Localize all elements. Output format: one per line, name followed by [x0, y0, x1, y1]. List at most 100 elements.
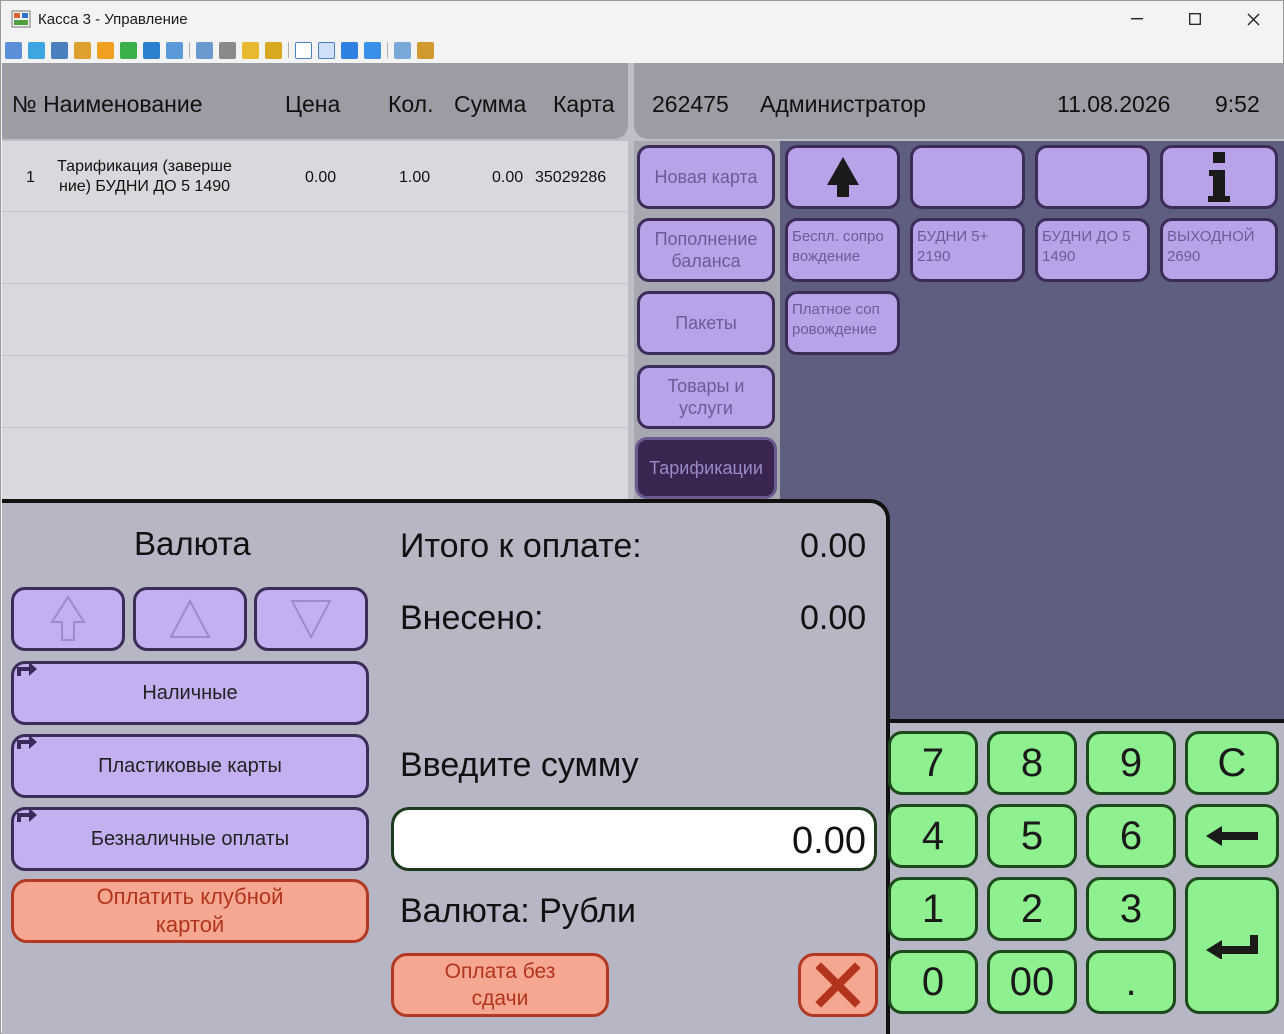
pay-club-card-button[interactable]: Оплатить клубной картой: [11, 879, 369, 943]
current-date: 11.08.2026: [1057, 91, 1171, 117]
category-tariffs[interactable]: Тарификации: [635, 437, 777, 499]
key-enter[interactable]: [1185, 877, 1279, 1014]
toolbar-separator: [189, 42, 190, 58]
key-5[interactable]: 5: [987, 804, 1077, 868]
screen-icon[interactable]: [5, 41, 22, 59]
payment-panel: Валюта Итого к оплате: 0.00 Внесено: 0.0…: [2, 499, 890, 1034]
row-number: 1: [26, 169, 35, 186]
tile-empty[interactable]: [910, 145, 1025, 209]
tile-empty[interactable]: [1035, 145, 1150, 209]
order-list[interactable]: 1 Тарификация (заверше ние) БУДНИ ДО 5 1…: [2, 141, 628, 499]
column-card: Карта: [553, 91, 615, 117]
triangle-up-icon: [169, 598, 211, 638]
tools-icon[interactable]: [417, 41, 434, 59]
close-button[interactable]: [1224, 1, 1282, 37]
enter-arrow-icon: [1206, 934, 1258, 959]
maximize-button[interactable]: [1166, 1, 1224, 37]
cancel-payment-button[interactable]: [798, 953, 878, 1017]
lock2-icon[interactable]: [265, 41, 282, 59]
tile-paid-escort[interactable]: Платное соп ровождение: [785, 291, 900, 355]
key-3[interactable]: 3: [1086, 877, 1176, 941]
payment-cash-button[interactable]: Наличные: [11, 661, 369, 725]
key-8[interactable]: 8: [987, 731, 1077, 795]
blue-screen-icon[interactable]: [341, 41, 358, 59]
currency-next-button[interactable]: [254, 587, 368, 651]
key-6[interactable]: 6: [1086, 804, 1176, 868]
order-table-header: № Наименование Цена Кол. Сумма Карта: [2, 63, 628, 139]
monitor-icon[interactable]: [28, 41, 45, 59]
row-quantity: 1.00: [399, 169, 431, 186]
card-id: 262475: [652, 91, 729, 117]
backspace-arrow-icon: [1206, 826, 1258, 846]
key-1[interactable]: 1: [888, 877, 978, 941]
key-9[interactable]: 9: [1086, 731, 1176, 795]
phone-icon[interactable]: [143, 41, 160, 59]
toolbar: [1, 37, 1283, 63]
key-7[interactable]: 7: [888, 731, 978, 795]
tile-info-button[interactable]: [1160, 145, 1278, 209]
key-decimal[interactable]: .: [1086, 950, 1176, 1014]
payment-method-label: Безналичные оплаты: [90, 827, 290, 850]
category-new-card[interactable]: Новая карта: [637, 145, 775, 209]
network-icon[interactable]: [219, 41, 236, 59]
tile-up-button[interactable]: [785, 145, 900, 209]
sync-icon[interactable]: [74, 41, 91, 59]
column-price: Цена: [285, 91, 341, 117]
arrow-up-icon: [826, 157, 859, 197]
lock-icon[interactable]: [242, 41, 259, 59]
message-icon[interactable]: [166, 41, 183, 59]
key-00[interactable]: 00: [987, 950, 1077, 1014]
currency-first-button[interactable]: [11, 587, 125, 651]
key-0[interactable]: 0: [888, 950, 978, 1014]
pos-main-area: № Наименование Цена Кол. Сумма Карта 262…: [2, 63, 1284, 1034]
status-header: 262475 Администратор 11.08.2026 9:52: [634, 63, 1284, 139]
toolbar-separator: [288, 42, 289, 58]
copy-icon[interactable]: [394, 41, 411, 59]
key-clear[interactable]: C: [1185, 731, 1279, 795]
info-icon: [1208, 152, 1230, 202]
pay-no-change-button[interactable]: Оплата без сдачи: [391, 953, 609, 1017]
currency-prev-button[interactable]: [133, 587, 247, 651]
arrow-top-icon: [50, 595, 86, 641]
tile-label: ВЫХОДНОЙ 2690: [1167, 228, 1255, 265]
upload-icon[interactable]: [196, 41, 213, 59]
clock-icon[interactable]: [97, 41, 114, 59]
row-divider: [2, 283, 628, 284]
target-icon[interactable]: [364, 41, 381, 59]
window-title: Касса 3 - Управление: [38, 11, 188, 28]
payment-card-button[interactable]: Пластиковые карты: [11, 734, 369, 798]
pay-no-change-label: Оплата без сдачи: [444, 960, 556, 1010]
tile-label: БУДНИ ДО 5 1490: [1042, 228, 1131, 265]
minimize-button[interactable]: [1108, 1, 1166, 37]
console-icon[interactable]: [51, 41, 68, 59]
triangle-down-icon: [290, 600, 332, 640]
amount-value: 0.00: [792, 820, 866, 862]
window-icon[interactable]: [295, 41, 312, 59]
total-value: 0.00: [800, 527, 867, 565]
fullscreen-icon[interactable]: [318, 41, 335, 59]
current-time: 9:52: [1215, 91, 1260, 117]
currency-title: Валюта: [134, 525, 251, 562]
key-4[interactable]: 4: [888, 804, 978, 868]
amount-input[interactable]: 0.00: [391, 807, 877, 871]
app-window: Касса 3 - Управление № Наименование Цена…: [0, 0, 1284, 1034]
category-top-up[interactable]: Пополнение баланса: [637, 218, 775, 282]
key-backspace[interactable]: [1185, 804, 1279, 868]
tile-weekend[interactable]: ВЫХОДНОЙ 2690: [1160, 218, 1278, 282]
currency-label: Валюта: Рубли: [400, 892, 637, 930]
payment-noncash-button[interactable]: Безналичные оплаты: [11, 807, 369, 871]
tile-weekdays-before-5[interactable]: БУДНИ ДО 5 1490: [1035, 218, 1150, 282]
column-quantity: Кол.: [388, 91, 434, 117]
title-bar: Касса 3 - Управление: [1, 1, 1283, 37]
category-packages[interactable]: Пакеты: [637, 291, 775, 355]
category-label: Товары и услуги: [667, 376, 745, 418]
tile-free-escort[interactable]: Беспл. сопро вождение: [785, 218, 900, 282]
tile-weekdays-5plus[interactable]: БУДНИ 5+ 2190: [910, 218, 1025, 282]
category-goods-services[interactable]: Товары и услуги: [637, 365, 775, 429]
chat-icon[interactable]: [120, 41, 137, 59]
user-name: Администратор: [760, 91, 926, 117]
corner-arrow-icon: [17, 662, 37, 676]
key-2[interactable]: 2: [987, 877, 1077, 941]
close-icon: [1247, 13, 1259, 25]
row-card: 35029286: [535, 169, 607, 186]
